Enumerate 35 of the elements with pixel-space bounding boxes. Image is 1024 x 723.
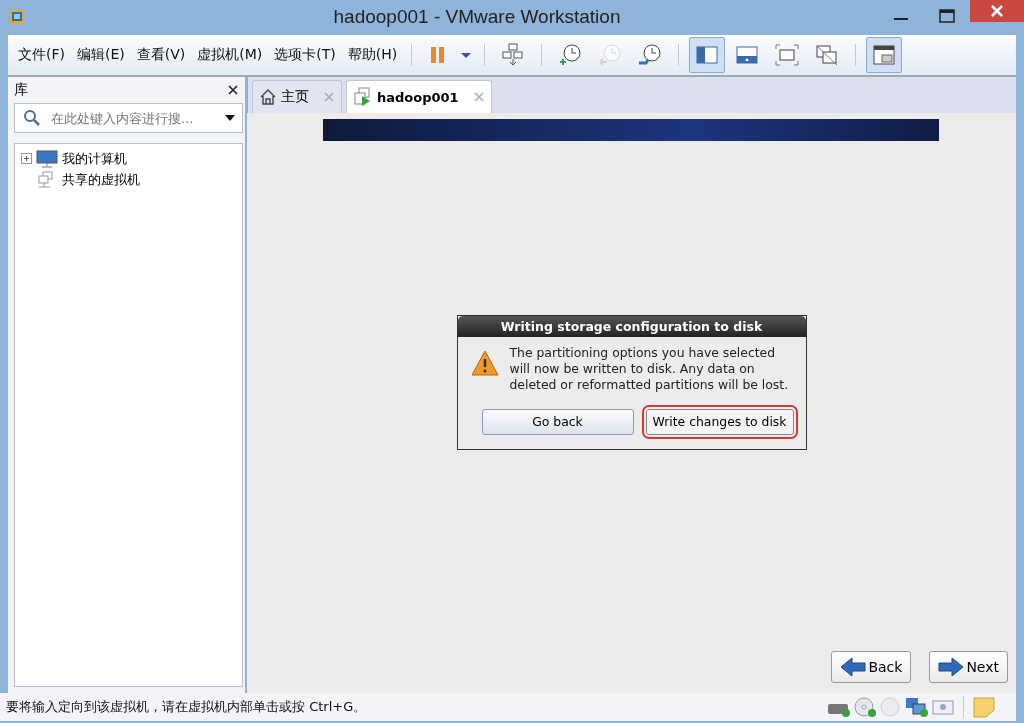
arrow-icon bbox=[938, 657, 965, 677]
menu-item[interactable]: 编辑(E) bbox=[73, 46, 129, 64]
menu-item[interactable]: 查看(V) bbox=[132, 46, 190, 64]
sidebar-icon[interactable] bbox=[689, 37, 726, 73]
menu-item[interactable]: 选项卡(T) bbox=[270, 46, 340, 64]
dialog-button[interactable]: Go back bbox=[481, 408, 634, 435]
window-title: hadoop001 - VMware Workstation bbox=[332, 5, 622, 28]
menu-item[interactable]: 虚拟机(M) bbox=[193, 46, 267, 64]
menu-item[interactable]: 帮助(H) bbox=[343, 46, 402, 64]
expand-icon[interactable] bbox=[21, 153, 32, 164]
next-button[interactable]: Next bbox=[929, 651, 1008, 683]
app-icon bbox=[8, 7, 26, 26]
back-button[interactable]: Back bbox=[831, 651, 912, 683]
search-input[interactable]: 在此处键入内容进行搜... bbox=[49, 109, 216, 127]
tab[interactable]: 主页 bbox=[252, 80, 342, 113]
tree-item[interactable]: 我的计算机 bbox=[62, 149, 127, 168]
home-icon bbox=[259, 88, 277, 106]
search-field[interactable]: 在此处键入内容进行搜... bbox=[14, 103, 243, 133]
panel-title: 库 bbox=[14, 81, 28, 99]
warning-icon bbox=[469, 348, 500, 377]
vm-icon bbox=[353, 87, 373, 107]
window-icon[interactable] bbox=[866, 37, 903, 73]
close-button[interactable] bbox=[970, 0, 1024, 22]
menu-item[interactable]: 文件(F) bbox=[14, 46, 69, 64]
search-icon bbox=[23, 109, 41, 127]
arrow-icon bbox=[840, 657, 867, 677]
computer-icon bbox=[36, 149, 58, 168]
status-text: 要将输入定向到该虚拟机，请在虚拟机内部单击或按 Ctrl+G。 bbox=[6, 698, 367, 716]
dialog-message: The partitioning options you have selected will now be written to disk. Any data on deleted or reformatted partitions will be lost. bbox=[509, 344, 790, 393]
tab[interactable]: hadoop001 bbox=[346, 80, 492, 113]
tree-item[interactable]: 共享的虚拟机 bbox=[62, 170, 140, 189]
dialog-title: Writing storage configuration to disk bbox=[457, 315, 806, 337]
network-adapter-icon[interactable] bbox=[905, 696, 929, 718]
disc-icon[interactable] bbox=[853, 696, 877, 718]
close-icon[interactable] bbox=[227, 84, 239, 96]
